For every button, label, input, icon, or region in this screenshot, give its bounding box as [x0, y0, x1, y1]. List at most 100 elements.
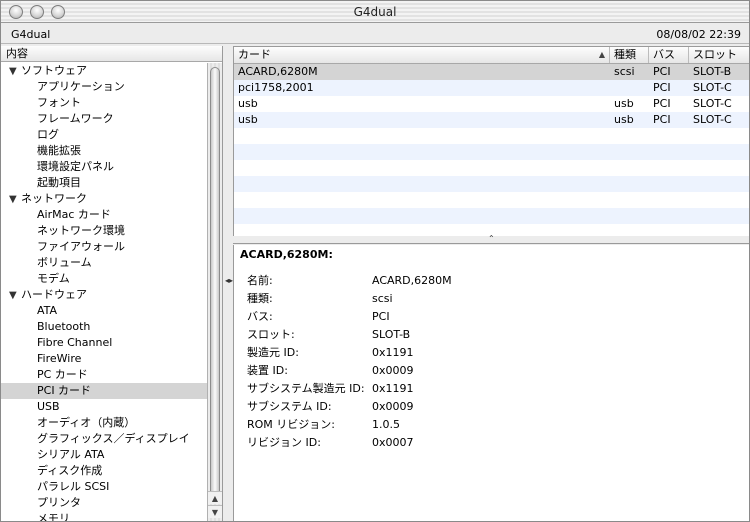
- sidebar-item[interactable]: 環境設定パネル: [1, 159, 208, 175]
- table-row[interactable]: [234, 208, 749, 224]
- detail-field-value: SLOT-B: [372, 328, 411, 341]
- sidebar-scrollbar[interactable]: ▲ ▼: [207, 63, 222, 521]
- detail-field: バス: PCI: [234, 308, 749, 326]
- table-cell-card: ACARD,6280M: [238, 65, 318, 78]
- sidebar-item[interactable]: Fibre Channel: [1, 335, 208, 351]
- sidebar-item[interactable]: PC カード: [1, 367, 208, 383]
- tree-group[interactable]: ▼ ハードウェア: [1, 287, 208, 303]
- sidebar-item[interactable]: 起動項目: [1, 175, 208, 191]
- detail-field-value: 0x0009: [372, 364, 414, 377]
- detail-field: サブシステム ID: 0x0009: [234, 398, 749, 416]
- detail-field: 製造元 ID: 0x1191: [234, 344, 749, 362]
- sidebar-item[interactable]: ログ: [1, 127, 208, 143]
- tree-group-label: ネットワーク: [21, 192, 87, 205]
- detail-field-value: 0x1191: [372, 346, 414, 359]
- detail-field-key: サブシステム ID:: [247, 400, 332, 413]
- sidebar-item[interactable]: シリアル ATA: [1, 447, 208, 463]
- table-cell-slot: SLOT-C: [693, 113, 732, 126]
- sidebar-item[interactable]: ディスク作成: [1, 463, 208, 479]
- table-cell-slot: SLOT-C: [693, 81, 732, 94]
- detail-field-key: 装置 ID:: [247, 364, 288, 377]
- triangle-down-icon[interactable]: ▼: [9, 288, 21, 304]
- table-header: カード ▲ 種類 バス スロット: [234, 47, 749, 64]
- triangle-down-icon[interactable]: ▼: [9, 64, 21, 80]
- detail-field: 装置 ID: 0x0009: [234, 362, 749, 380]
- column-header-card[interactable]: カード ▲: [234, 47, 610, 63]
- detail-field-key: スロット:: [247, 328, 295, 341]
- sidebar-item[interactable]: ファイアウォール: [1, 239, 208, 255]
- sidebar-item[interactable]: PCI カード: [1, 383, 208, 399]
- table-cell-bus: PCI: [653, 81, 671, 94]
- detail-field: 名前: ACARD,6280M: [234, 272, 749, 290]
- detail-field-value: 0x1191: [372, 382, 414, 395]
- tree-group[interactable]: ▼ ネットワーク: [1, 191, 208, 207]
- table-row[interactable]: [234, 160, 749, 176]
- sidebar-scroll-thumb[interactable]: [210, 67, 220, 501]
- window-title: G4dual: [353, 5, 397, 19]
- scroll-down-arrow-icon[interactable]: ▼: [208, 505, 222, 518]
- splitter-grip-icon: ⌃: [488, 234, 495, 243]
- detail-field-value: PCI: [372, 310, 390, 323]
- table-cell-type: usb: [614, 113, 634, 126]
- detail-field: スロット: SLOT-B: [234, 326, 749, 344]
- sidebar-item[interactable]: ネットワーク環境: [1, 223, 208, 239]
- splitter-grip-icon: ◂▸: [225, 276, 234, 285]
- column-header-slot[interactable]: スロット: [689, 47, 749, 63]
- column-header-type[interactable]: 種類: [610, 47, 649, 63]
- sidebar-item[interactable]: グラフィックス／ディスプレイ: [1, 431, 208, 447]
- tree-group[interactable]: ▼ ソフトウェア: [1, 63, 208, 79]
- table-body: ACARD,6280M scsi PCI SLOT-B pci1758,2001 PCI S…: [234, 64, 749, 224]
- table-cell-bus: PCI: [653, 65, 671, 78]
- sidebar-item[interactable]: Bluetooth: [1, 319, 208, 335]
- sidebar-item[interactable]: FireWire: [1, 351, 208, 367]
- title-bar[interactable]: G4dual: [1, 1, 749, 23]
- sidebar-item[interactable]: メモリ: [1, 511, 208, 521]
- sort-ascending-icon: ▲: [598, 50, 605, 59]
- sidebar-item[interactable]: AirMac カード: [1, 207, 208, 223]
- sidebar-item[interactable]: フォント: [1, 95, 208, 111]
- table-row[interactable]: [234, 176, 749, 192]
- table-row[interactable]: [234, 128, 749, 144]
- detail-field-value: 0x0009: [372, 400, 414, 413]
- table-cell-bus: PCI: [653, 113, 671, 126]
- detail-field-value: 0x0007: [372, 436, 414, 449]
- table-row[interactable]: pci1758,2001 PCI SLOT-C: [234, 80, 749, 96]
- table-row[interactable]: ACARD,6280M scsi PCI SLOT-B: [234, 64, 749, 80]
- contents-sidebar: 内容 ▼ ソフトウェア アプリケーション フォント フレームワーク ログ 機能拡張 環境設定パ…: [1, 46, 223, 521]
- sidebar-item[interactable]: ATA: [1, 303, 208, 319]
- column-header-bus[interactable]: バス: [649, 47, 689, 63]
- sidebar-item[interactable]: モデム: [1, 271, 208, 287]
- detail-field-value: 1.0.5: [372, 418, 400, 431]
- detail-title: ACARD,6280M:: [240, 248, 333, 261]
- detail-field-key: ROM リビジョン:: [247, 418, 335, 431]
- scroll-up-arrow-icon[interactable]: ▲: [208, 491, 222, 504]
- machine-name: G4dual: [11, 28, 51, 41]
- info-bar: G4dual 08/08/02 22:39: [1, 24, 749, 44]
- table-row[interactable]: usb usb PCI SLOT-C: [234, 112, 749, 128]
- sidebar-item[interactable]: USB: [1, 399, 208, 415]
- contents-tree: ▼ ソフトウェア アプリケーション フォント フレームワーク ログ 機能拡張 環境設定パネル起…: [1, 63, 208, 521]
- table-row[interactable]: [234, 192, 749, 208]
- tree-group-label: ソフトウェア: [21, 64, 87, 77]
- sidebar-item[interactable]: 機能拡張: [1, 143, 208, 159]
- vertical-splitter[interactable]: ◂▸: [224, 46, 234, 521]
- detail-field-value: scsi: [372, 292, 393, 305]
- sidebar-item[interactable]: パラレル SCSI: [1, 479, 208, 495]
- sidebar-item[interactable]: フレームワーク: [1, 111, 208, 127]
- sidebar-item[interactable]: アプリケーション: [1, 79, 208, 95]
- detail-field-key: サブシステム製造元 ID:: [247, 382, 365, 395]
- triangle-down-icon[interactable]: ▼: [9, 192, 21, 208]
- detail-field-key: 名前:: [247, 274, 273, 287]
- sidebar-header[interactable]: 内容: [1, 46, 222, 62]
- sidebar-item[interactable]: ボリューム: [1, 255, 208, 271]
- table-row[interactable]: [234, 144, 749, 160]
- table-cell-card: usb: [238, 97, 258, 110]
- sidebar-item[interactable]: プリンタ: [1, 495, 208, 511]
- table-row[interactable]: usb usb PCI SLOT-C: [234, 96, 749, 112]
- sidebar-item[interactable]: オーディオ（内蔵）: [1, 415, 208, 431]
- horizontal-splitter[interactable]: ⌃: [233, 234, 749, 244]
- system-profiler-window: G4dual G4dual 08/08/02 22:39 内容 ▼ ソフトウェアア…: [0, 0, 750, 522]
- detail-field-key: リビジョン ID:: [247, 436, 321, 449]
- table-cell-slot: SLOT-C: [693, 97, 732, 110]
- table-cell-bus: PCI: [653, 97, 671, 110]
